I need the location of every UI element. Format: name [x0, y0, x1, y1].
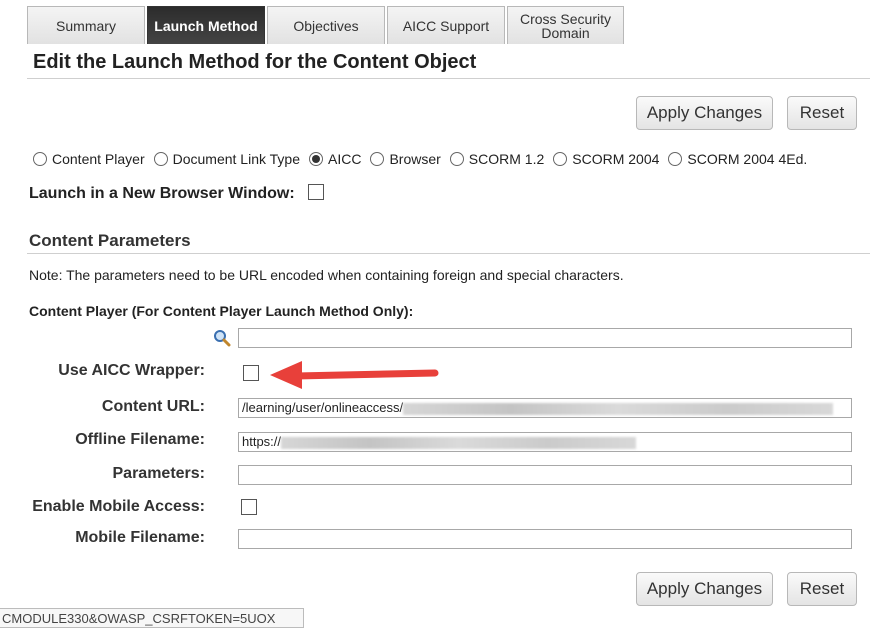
- status-bar-url: CMODULE330&OWASP_CSRFTOKEN=5UOX: [0, 608, 304, 628]
- radio-label: Browser: [389, 151, 441, 167]
- content-url-value: /learning/user/onlineaccess/: [242, 400, 404, 415]
- radio-button[interactable]: [33, 152, 47, 166]
- reset-button-top[interactable]: Reset: [787, 96, 857, 130]
- red-arrow-annotation: [270, 361, 439, 389]
- title-divider: [27, 78, 870, 79]
- tab-objectives[interactable]: Objectives: [267, 6, 385, 44]
- enable-mobile-access-label: Enable Mobile Access:: [32, 498, 205, 515]
- tab-cross-security-domain[interactable]: Cross Security Domain: [507, 6, 624, 44]
- new-window-checkbox[interactable]: [308, 184, 324, 200]
- launch-method-radio-group: Content Player Document Link Type AICC B…: [33, 151, 816, 167]
- tab-aicc-support[interactable]: AICC Support: [387, 6, 505, 44]
- radio-aicc[interactable]: AICC: [308, 151, 362, 167]
- use-aicc-wrapper-label: Use AICC Wrapper:: [58, 362, 205, 379]
- radio-browser[interactable]: Browser: [370, 151, 441, 167]
- enable-mobile-access-checkbox[interactable]: [241, 499, 257, 515]
- content-parameters-heading: Content Parameters: [29, 231, 191, 250]
- tab-bar: Summary Launch Method Objectives AICC Su…: [27, 6, 624, 44]
- content-url-label: Content URL:: [101, 398, 205, 415]
- section-divider: [27, 253, 870, 254]
- radio-document-link-type[interactable]: Document Link Type: [153, 151, 300, 167]
- new-window-label: Launch in a New Browser Window:: [29, 185, 295, 202]
- page-title: Edit the Launch Method for the Content O…: [33, 51, 477, 73]
- tab-launch-method[interactable]: Launch Method: [147, 6, 265, 44]
- radio-button[interactable]: [153, 152, 168, 166]
- radio-content-player[interactable]: Content Player: [33, 151, 145, 167]
- radio-label: AICC: [327, 151, 362, 167]
- parameters-label: Parameters:: [112, 465, 206, 482]
- mobile-filename-label: Mobile Filename:: [75, 529, 205, 546]
- parameters-input[interactable]: [238, 465, 852, 485]
- offline-filename-input[interactable]: https://: [238, 432, 852, 452]
- apply-changes-button-top[interactable]: Apply Changes: [636, 96, 773, 130]
- radio-scorm-2004[interactable]: SCORM 2004: [553, 151, 659, 167]
- radio-label: Content Player: [52, 151, 145, 167]
- radio-selected-dot: [311, 155, 320, 163]
- reset-button-bottom[interactable]: Reset: [787, 572, 857, 606]
- tab-summary[interactable]: Summary: [27, 6, 145, 44]
- search-icon[interactable]: [213, 329, 231, 347]
- radio-button-selected[interactable]: [308, 152, 323, 166]
- offline-filename-label: Offline Filename:: [75, 431, 205, 448]
- radio-label: SCORM 2004 4Ed.: [687, 151, 808, 167]
- radio-scorm-12[interactable]: SCORM 1.2: [449, 151, 545, 167]
- content-player-label: Content Player (For Content Player Launc…: [29, 303, 414, 319]
- encoding-note: Note: The parameters need to be URL enco…: [29, 267, 624, 283]
- radio-button[interactable]: [553, 152, 568, 166]
- offline-filename-value: https://: [242, 434, 282, 449]
- content-player-input[interactable]: [238, 328, 852, 348]
- redacted-text: [403, 402, 834, 415]
- redacted-text: [281, 436, 637, 449]
- content-url-input[interactable]: /learning/user/onlineaccess/: [238, 398, 852, 418]
- apply-changes-button-bottom[interactable]: Apply Changes: [636, 572, 773, 606]
- radio-label: Document Link Type: [172, 151, 300, 167]
- radio-button[interactable]: [668, 152, 683, 166]
- radio-label: SCORM 2004: [572, 151, 660, 167]
- radio-button[interactable]: [449, 152, 464, 166]
- radio-scorm-2004-4ed[interactable]: SCORM 2004 4Ed.: [668, 151, 807, 167]
- radio-label: SCORM 1.2: [468, 151, 545, 167]
- radio-button[interactable]: [370, 152, 385, 166]
- mobile-filename-input[interactable]: [238, 529, 852, 549]
- use-aicc-wrapper-checkbox[interactable]: [243, 365, 259, 381]
